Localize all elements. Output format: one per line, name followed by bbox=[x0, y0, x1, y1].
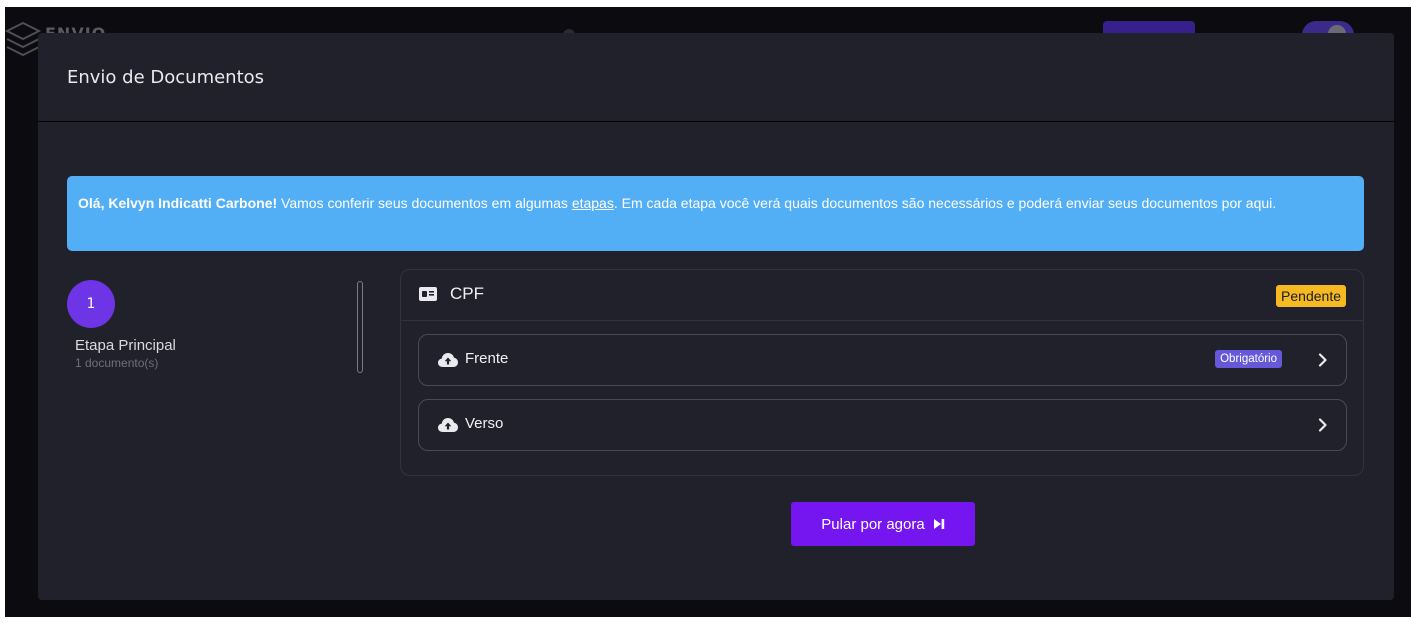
cloud-upload-icon bbox=[438, 353, 458, 367]
skip-button-label: Pular por agora bbox=[821, 515, 925, 533]
document-card: CPF Pendente Frente Obrigatório Verso bbox=[400, 269, 1364, 476]
chevron-right-icon bbox=[1318, 418, 1327, 432]
document-item-verso[interactable]: Verso bbox=[418, 399, 1347, 451]
alert-text-before-link: Vamos conferir seus documentos em alguma… bbox=[277, 195, 572, 211]
etapas-link[interactable]: etapas bbox=[572, 195, 614, 211]
cloud-upload-icon bbox=[438, 418, 458, 432]
status-badge: Pendente bbox=[1276, 285, 1346, 307]
step-number[interactable]: 1 bbox=[67, 280, 115, 328]
required-badge: Obrigatório bbox=[1215, 350, 1282, 368]
step-list-scrollbar[interactable] bbox=[357, 281, 363, 373]
document-item-label: Verso bbox=[465, 415, 504, 432]
welcome-alert: Olá, Kelvyn Indicatti Carbone! Vamos con… bbox=[67, 176, 1364, 251]
document-item-frente[interactable]: Frente Obrigatório bbox=[418, 334, 1347, 386]
modal-header: Envio de Documentos bbox=[38, 33, 1394, 122]
document-upload-modal: Envio de Documentos Olá, Kelvyn Indicatt… bbox=[38, 33, 1394, 600]
step-name[interactable]: Etapa Principal bbox=[75, 337, 176, 354]
id-card-icon bbox=[419, 287, 437, 301]
skip-for-now-button[interactable]: Pular por agora bbox=[791, 502, 975, 546]
document-card-header: CPF Pendente bbox=[401, 270, 1363, 321]
modal-title: Envio de Documentos bbox=[67, 66, 265, 88]
document-item-label: Frente bbox=[465, 350, 509, 367]
alert-text-after-link: . Em cada etapa você verá quais document… bbox=[613, 195, 1277, 211]
skip-forward-icon bbox=[933, 519, 944, 529]
alert-greeting: Olá, Kelvyn Indicatti Carbone! bbox=[78, 195, 278, 211]
document-name: CPF bbox=[450, 284, 484, 303]
chevron-right-icon bbox=[1318, 353, 1327, 367]
step-doc-count: 1 documento(s) bbox=[75, 356, 159, 370]
